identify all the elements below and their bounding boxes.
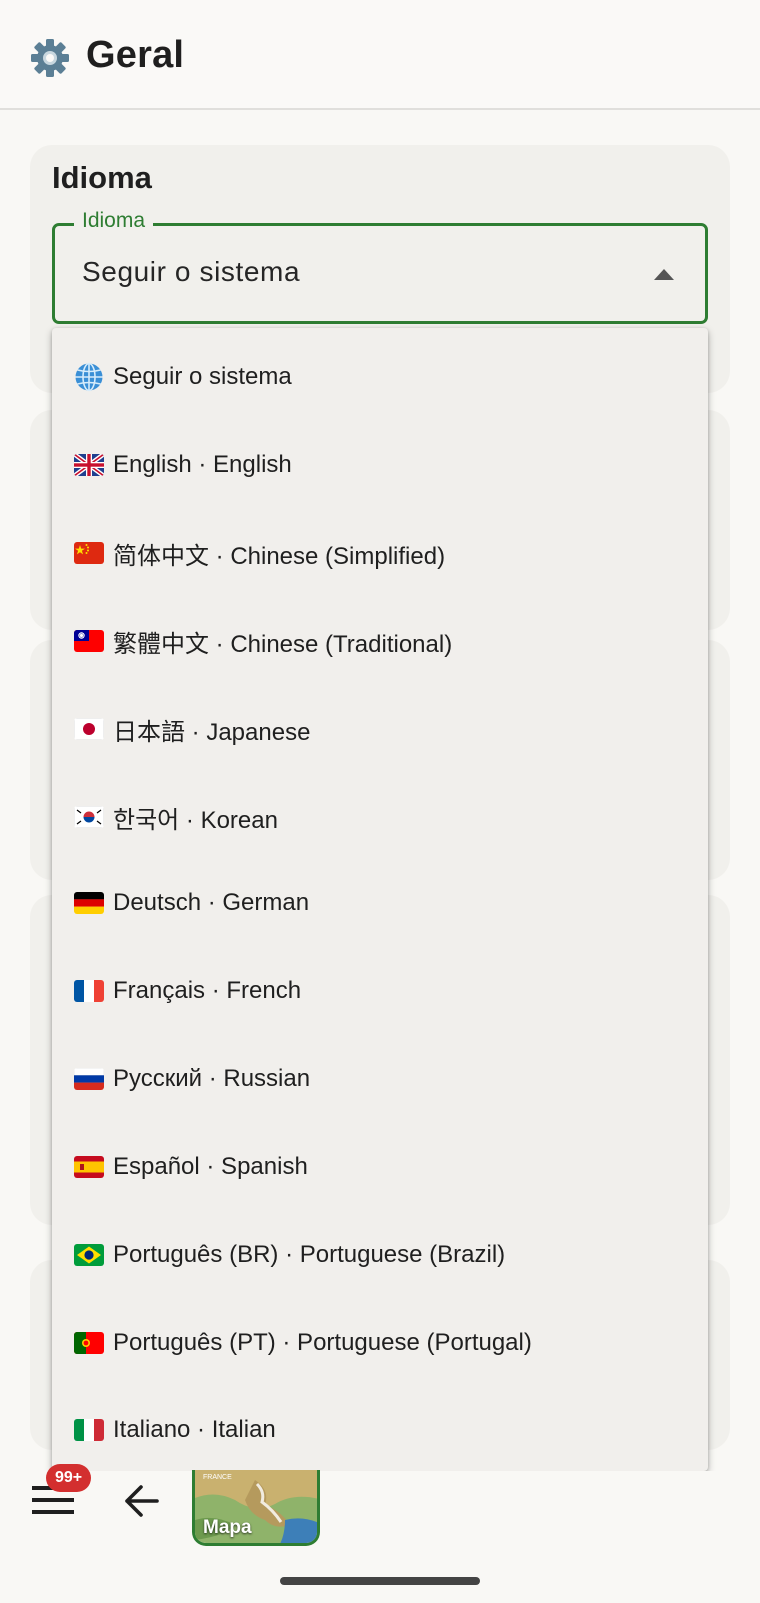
menu-item-german[interactable]: Deutsch · German [52, 859, 708, 947]
home-indicator[interactable] [280, 1577, 480, 1585]
flag-spain-icon [74, 1156, 104, 1178]
flag-brazil-icon [74, 1244, 104, 1266]
flag-germany-icon [74, 892, 104, 914]
flag-russia-icon [74, 1068, 104, 1090]
select-label: Idioma [74, 208, 154, 234]
menu-item-label: 简体中文 · Chinese (Simplified) [113, 542, 446, 570]
flag-uk-icon [74, 454, 104, 476]
menu-item-label: Português (PT) · Portuguese (Portugal) [113, 1329, 532, 1356]
flag-japan-icon [74, 718, 104, 740]
menu-item-korean[interactable]: 한국어 · Korean [52, 773, 708, 861]
menu-item-label: Italiano · Italian [113, 1416, 276, 1443]
language-menu: Seguir o sistema English · English 简体中文 … [52, 328, 708, 1471]
arrow-left-icon[interactable] [124, 1484, 160, 1518]
menu-item-italian[interactable]: Italiano · Italian [52, 1386, 708, 1471]
menu-item-label: 繁體中文 · Chinese (Traditional) [113, 630, 453, 658]
flag-china-icon [74, 542, 104, 564]
flag-korea-icon [74, 806, 104, 828]
menu-item-label: Deutsch · German [113, 889, 310, 916]
map-region-label: FRANCE [203, 1474, 232, 1481]
app-root: Geral Idioma Idioma Seguir o sistema Seg… [0, 0, 760, 1603]
menu-item-label: Seguir o sistema [113, 363, 292, 390]
chevron-up-icon[interactable] [654, 269, 674, 280]
menu-item-french[interactable]: Français · French [52, 947, 708, 1035]
menu-item-russian[interactable]: Русский · Russian [52, 1035, 708, 1123]
menu-item-label: Français · French [113, 977, 302, 1004]
menu-item-japanese[interactable]: 日本語 · Japanese [52, 685, 708, 773]
select-value: Seguir o sistema [82, 256, 301, 287]
flag-taiwan-icon [74, 630, 104, 652]
map-label: Mapa [203, 1517, 252, 1538]
flag-italy-icon [74, 1419, 104, 1441]
menu-item-label: 한국어 · Korean [113, 806, 278, 834]
header: Geral [0, 0, 760, 110]
flag-portugal-icon [74, 1332, 104, 1354]
menu-item-chinese-traditional[interactable]: 繁體中文 · Chinese (Traditional) [52, 597, 708, 685]
menu-item-label: 日本語 · Japanese [113, 718, 311, 746]
menu-item-label: English · English [113, 451, 292, 478]
page-title: Geral [86, 34, 185, 76]
globe-icon [75, 362, 103, 392]
menu-item-label: Español · Spanish [113, 1153, 308, 1180]
menu-item-system[interactable]: Seguir o sistema [52, 333, 708, 421]
menu-item-label: Português (BR) · Portuguese (Brazil) [113, 1241, 506, 1268]
map-thumbnail[interactable]: FRANCE Mapa [192, 1470, 320, 1546]
menu-item-portuguese-brazil[interactable]: Português (BR) · Portuguese (Brazil) [52, 1211, 708, 1299]
notification-badge: 99+ [46, 1464, 92, 1492]
menu-item-label: Русский · Russian [113, 1065, 311, 1092]
section-title: Idioma [52, 160, 152, 195]
menu-item-english[interactable]: English · English [52, 421, 708, 509]
flag-france-icon [74, 980, 104, 1002]
menu-item-portuguese-portugal[interactable]: Português (PT) · Portuguese (Portugal) [52, 1299, 708, 1387]
menu-item-chinese-simplified[interactable]: 简体中文 · Chinese (Simplified) [52, 509, 708, 597]
menu-item-spanish[interactable]: Español · Spanish [52, 1123, 708, 1211]
gear-icon [31, 39, 69, 77]
